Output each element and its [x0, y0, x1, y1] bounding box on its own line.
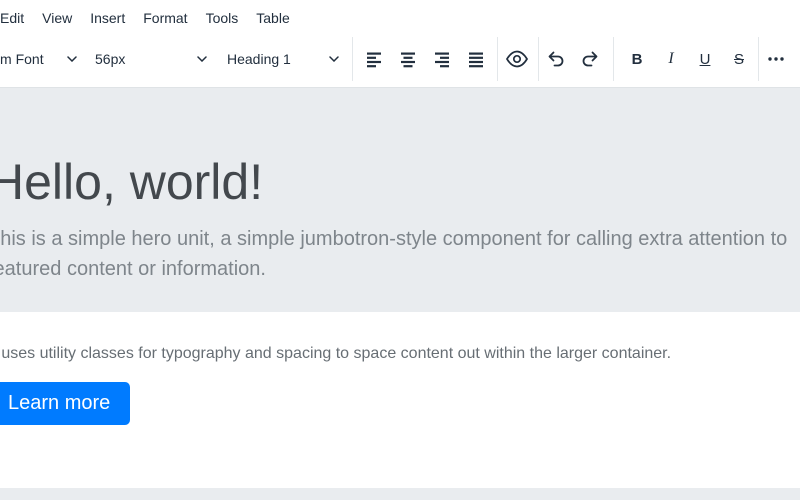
menubar: Edit View Insert Format Tools Table	[0, 0, 800, 37]
font-family-select[interactable]: System Font	[0, 42, 77, 76]
strikethrough-button[interactable]: S	[722, 42, 756, 76]
align-justify-button[interactable]	[459, 42, 493, 76]
hero-lead: This is a simple hero unit, a simple jum…	[0, 224, 800, 284]
align-justify-icon	[466, 49, 486, 69]
editor-content[interactable]: Hello, world! This is a simple hero unit…	[0, 88, 800, 500]
alignment-group	[357, 42, 493, 76]
chevron-down-icon	[67, 56, 77, 62]
bold-button[interactable]: B	[620, 42, 654, 76]
eye-icon	[505, 47, 529, 71]
font-size-select[interactable]: 56px	[89, 42, 213, 76]
bold-icon: B	[631, 50, 643, 68]
font-family-value: System Font	[0, 51, 44, 67]
menu-format[interactable]: Format	[137, 0, 193, 37]
toolbar-separator	[613, 37, 614, 81]
body-section: It uses utility classes for typography a…	[0, 312, 800, 425]
menu-table[interactable]: Table	[250, 0, 295, 37]
redo-icon	[579, 48, 601, 70]
align-right-icon	[432, 49, 452, 69]
toolbar: System Font 56px Heading 1	[0, 37, 800, 81]
strikethrough-icon: S	[733, 50, 744, 68]
menu-insert[interactable]: Insert	[84, 0, 131, 37]
menu-tools[interactable]: Tools	[200, 0, 245, 37]
body-paragraph: It uses utility classes for typography a…	[0, 345, 672, 362]
jumbotron: Hello, world! This is a simple hero unit…	[0, 88, 800, 312]
font-size-value: 56px	[95, 51, 126, 67]
hero-lead-line: This is a simple hero unit, a simple jum…	[0, 227, 788, 250]
align-center-button[interactable]	[391, 42, 425, 76]
block-format-select[interactable]: Heading 1	[221, 42, 345, 76]
learn-more-button[interactable]: Learn more	[0, 382, 131, 425]
italic-icon: I	[668, 50, 674, 67]
align-center-icon	[398, 49, 418, 69]
undo-icon	[545, 48, 567, 70]
preview-button[interactable]	[498, 42, 536, 76]
more-options-button[interactable]	[759, 42, 793, 76]
rich-text-editor: Edit View Insert Format Tools Table Syst…	[0, 0, 800, 500]
redo-button[interactable]	[573, 42, 607, 76]
block-format-value: Heading 1	[227, 51, 291, 67]
hero-heading: Hello, world!	[0, 154, 264, 210]
menu-edit[interactable]: Edit	[0, 0, 30, 37]
format-group: B I U S	[620, 42, 756, 76]
underline-button[interactable]: U	[688, 42, 722, 76]
ellipsis-icon	[766, 49, 786, 69]
chevron-down-icon	[197, 56, 207, 62]
bottom-strip	[0, 488, 800, 500]
underline-icon: U	[699, 50, 711, 68]
align-left-icon	[364, 49, 384, 69]
editor-header: Edit View Insert Format Tools Table Syst…	[0, 0, 800, 88]
hero-lead-line: featured content or information.	[0, 257, 266, 280]
undo-button[interactable]	[539, 42, 573, 76]
menu-view[interactable]: View	[36, 0, 78, 37]
toolbar-separator	[352, 37, 353, 81]
align-right-button[interactable]	[425, 42, 459, 76]
align-left-button[interactable]	[357, 42, 391, 76]
italic-button[interactable]: I	[654, 42, 688, 76]
chevron-down-icon	[329, 56, 339, 62]
